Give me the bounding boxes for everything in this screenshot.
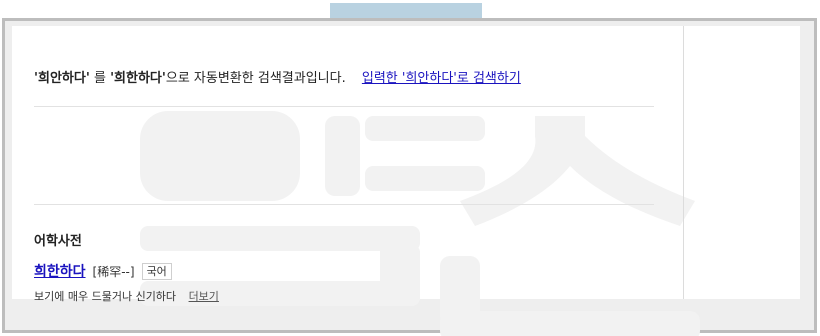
divider: [34, 204, 654, 205]
divider: [34, 106, 654, 107]
dictionary-definition: 보기에 매우 드물거나 신기하다 더보기: [34, 288, 219, 304]
dictionary-section-title: 어학사전: [34, 234, 82, 249]
definition-text: 보기에 매우 드물거나 신기하다: [34, 290, 177, 303]
dictionary-headword-link[interactable]: 희한하다: [34, 261, 86, 281]
search-results-panel: '희안하다' 를 '희한하다'으로 자동변환한 검색결과입니다. 입력한 '희안…: [12, 26, 800, 336]
language-badge: 국어: [141, 262, 172, 280]
search-original-query-link[interactable]: 입력한 '희안하다'로 검색하기: [362, 71, 521, 86]
dictionary-entry: 희한하다 [稀罕--] 국어: [34, 261, 172, 281]
notice-connector: 를: [93, 71, 106, 86]
original-query: '희안하다': [34, 71, 90, 86]
notice-suffix: 으로 자동변환한 검색결과입니다.: [165, 71, 346, 86]
autocorrect-notice: '희안하다' 를 '희한하다'으로 자동변환한 검색결과입니다. 입력한 '희안…: [34, 67, 521, 86]
sidebar-divider: [683, 26, 684, 299]
hanja-notation: [稀罕--]: [92, 264, 135, 279]
more-link[interactable]: 더보기: [189, 290, 219, 303]
converted-query: '희한하다': [110, 71, 166, 86]
